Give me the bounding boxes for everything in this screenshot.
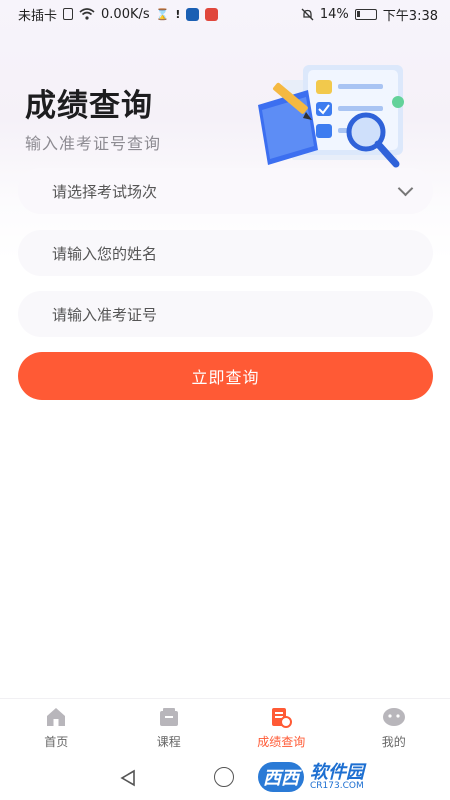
home-icon	[44, 705, 68, 729]
network-speed: 0.00K/s	[101, 6, 150, 22]
page-subtitle: 输入准考证号查询	[25, 134, 162, 153]
chevron-down-icon	[397, 180, 414, 196]
tab-score-query[interactable]: 成绩查询	[225, 705, 337, 750]
app-notification-icon	[186, 7, 200, 21]
bottom-tab-bar: 首页 课程 成绩查询 我的	[0, 698, 450, 756]
battery-percent: 14%	[319, 6, 349, 22]
tab-score-query-label: 成绩查询	[257, 735, 306, 749]
back-icon[interactable]	[118, 768, 138, 788]
query-now-button[interactable]: 立即查询	[18, 352, 433, 400]
page-title: 成绩查询	[25, 88, 153, 124]
status-bar-left: 未插卡 0.00K/s ⌛ !	[18, 5, 219, 24]
score-query-icon	[269, 705, 293, 729]
tab-home-label: 首页	[44, 735, 69, 749]
tab-home[interactable]: 首页	[0, 705, 112, 750]
alert-icon: !	[175, 7, 181, 21]
ticket-number-input[interactable]: 请输入准考证号	[18, 291, 433, 337]
name-placeholder: 请输入您的姓名	[52, 244, 158, 263]
carrier-text: 未插卡	[18, 8, 58, 24]
watermark-logo: 西西	[258, 762, 304, 792]
app-notification-icon-red	[205, 7, 219, 21]
watermark-text-group: 软件园 CR173.COM	[310, 761, 364, 791]
ticket-placeholder: 请输入准考证号	[52, 305, 158, 324]
exam-document-illustration	[258, 65, 404, 168]
name-input[interactable]: 请输入您的姓名	[18, 230, 433, 276]
clock: 下午3:38	[382, 8, 438, 24]
tab-profile[interactable]: 我的	[338, 705, 450, 750]
mute-bell-icon	[301, 8, 314, 20]
watermark-name: 软件园	[310, 761, 364, 783]
profile-icon	[382, 705, 406, 729]
sim-icon	[63, 8, 74, 20]
battery-icon	[354, 8, 377, 20]
wifi-icon	[79, 8, 95, 20]
watermark-site: CR173.COM	[310, 780, 364, 791]
home-circle-icon[interactable]	[214, 767, 234, 787]
status-bar: 未插卡 0.00K/s ⌛ ! 14% 下午3:38	[0, 0, 450, 28]
tab-course-label: 课程	[156, 735, 181, 749]
tab-course[interactable]: 课程	[113, 705, 225, 750]
exam-session-select[interactable]: 请选择考试场次	[18, 168, 433, 214]
course-icon	[157, 705, 181, 729]
score-query-page: 未插卡 0.00K/s ⌛ ! 14% 下午3:38 成绩查询 输入准考证号查询	[0, 0, 450, 800]
tab-profile-label: 我的	[381, 735, 406, 749]
hourglass-icon: ⌛	[155, 7, 170, 21]
exam-session-placeholder: 请选择考试场次	[52, 182, 158, 201]
watermark: 西西 软件园 CR173.COM	[258, 760, 438, 794]
status-bar-right: 14% 下午3:38	[301, 5, 438, 24]
